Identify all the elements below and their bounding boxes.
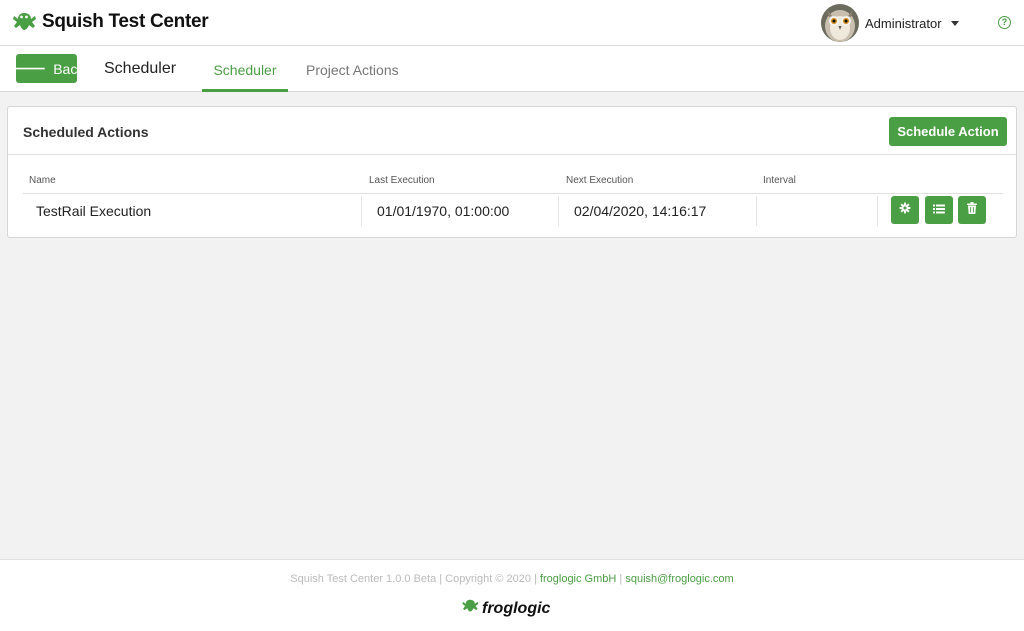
avatar [821, 4, 859, 42]
table-header-divider [23, 193, 1003, 194]
arrow-left-icon: 🡐 [8, 60, 47, 76]
schedule-action-button[interactable]: Schedule Action [889, 117, 1007, 146]
column-divider [877, 196, 878, 226]
panel-title: Scheduled Actions [23, 124, 149, 140]
list-icon [933, 201, 945, 219]
back-button-label: Back [53, 60, 85, 77]
top-navbar: Squish Test Center Administrator ? [0, 0, 1024, 46]
trash-icon [967, 201, 977, 219]
cell-last-execution: 01/01/1970, 01:00:00 [377, 203, 510, 219]
back-button[interactable]: 🡐 Back [9, 54, 84, 83]
column-divider [558, 196, 559, 226]
frog-logo-icon [461, 597, 479, 620]
details-list-button[interactable] [925, 196, 953, 224]
gear-icon [899, 201, 911, 219]
company-link[interactable]: froglogic GmbH [540, 573, 616, 585]
page-title: Scheduler [104, 60, 177, 77]
footer-copyright: Squish Test Center 1.0.0 Beta | Copyrigh… [290, 573, 537, 585]
footer-text: Squish Test Center 1.0.0 Beta | Copyrigh… [0, 573, 1024, 585]
cell-name: TestRail Execution [36, 203, 152, 219]
app-logo[interactable]: Squish Test Center [11, 9, 209, 35]
chevron-down-icon [950, 20, 959, 26]
column-divider [361, 196, 362, 226]
settings-button[interactable] [891, 196, 919, 224]
footer-brand: froglogic [482, 599, 551, 617]
column-header-name[interactable]: Name [29, 175, 56, 186]
cell-next-execution: 02/04/2020, 14:16:17 [574, 203, 707, 219]
footer: Squish Test Center 1.0.0 Beta | Copyrigh… [0, 559, 1024, 631]
column-header-interval[interactable]: Interval [763, 175, 796, 186]
frog-logo-icon [11, 9, 37, 35]
scheduled-actions-panel: Scheduled Actions Schedule Action Name L… [7, 106, 1017, 238]
footer-separator: | [619, 573, 623, 585]
column-header-last-execution[interactable]: Last Execution [369, 175, 435, 186]
footer-logo: froglogic [461, 597, 550, 620]
column-header-next-execution[interactable]: Next Execution [566, 175, 633, 186]
app-name: Squish Test Center [42, 11, 209, 32]
tab-project-actions[interactable]: Project Actions [306, 62, 399, 78]
column-divider [756, 196, 757, 226]
user-menu[interactable]: Administrator [821, 4, 959, 42]
tab-scheduler[interactable]: Scheduler [202, 62, 288, 92]
user-name: Administrator [865, 15, 942, 31]
sub-navbar: 🡐 Back Scheduler Scheduler Project Actio… [0, 46, 1024, 92]
email-link[interactable]: squish@froglogic.com [625, 573, 733, 585]
help-icon[interactable]: ? [998, 16, 1011, 29]
delete-button[interactable] [958, 196, 986, 224]
panel-header: Scheduled Actions Schedule Action [8, 107, 1016, 155]
